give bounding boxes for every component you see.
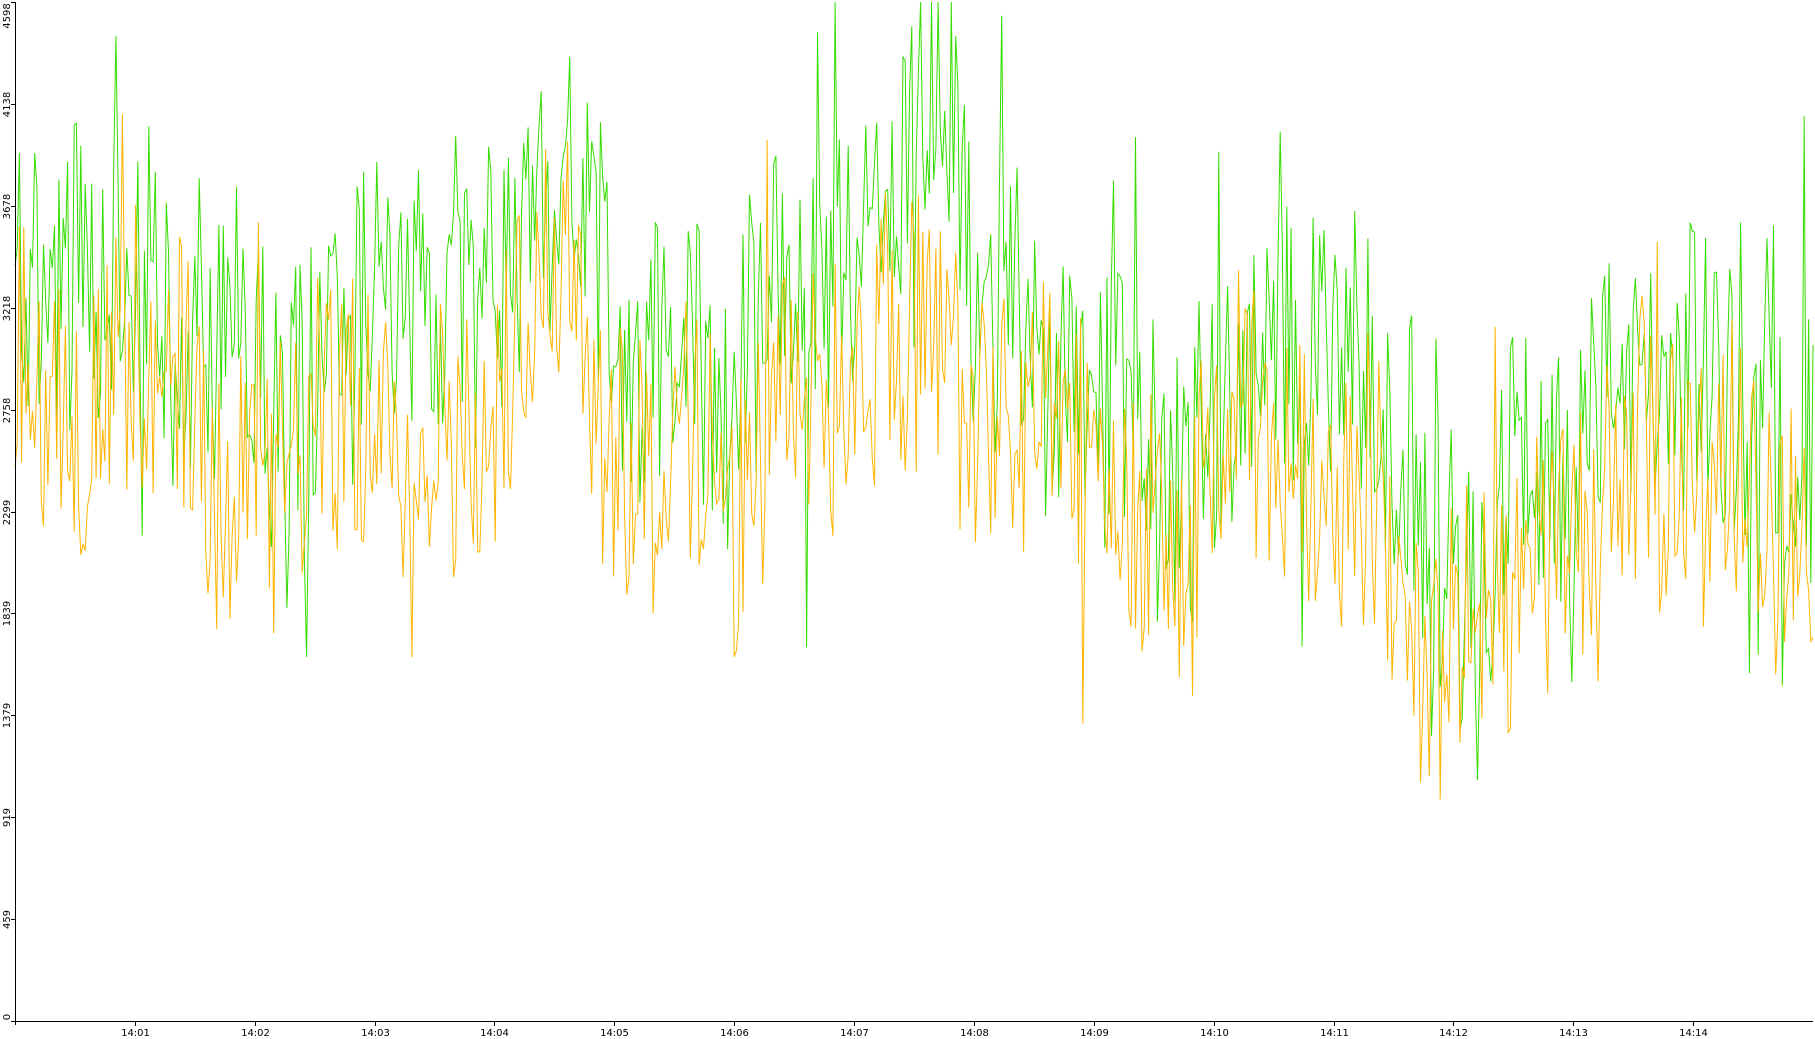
x-tick-label: 14:08: [960, 1028, 989, 1039]
y-tick-label: 4138: [2, 92, 13, 117]
series-layer: [14, 1, 1814, 800]
y-tick-label: 1839: [2, 601, 13, 626]
x-tick-label: 14:01: [121, 1028, 150, 1039]
x-tick-label: 14:14: [1679, 1028, 1708, 1039]
x-axis-ticks: 14:01 14:02 14:03 14:04 14:05 14:06 14:07 14:08…: [121, 1021, 1708, 1039]
y-tick-label: 0: [2, 1014, 13, 1020]
x-tick-label: 14:04: [480, 1028, 509, 1039]
y-tick-label: 1379: [2, 703, 13, 728]
y-tick-label: 2758: [2, 398, 13, 423]
y-tick-label: 919: [2, 808, 13, 827]
x-tick-label: 14:05: [600, 1028, 629, 1039]
series-line-2: [14, 114, 1814, 800]
y-tick-label: 2299: [2, 500, 13, 525]
x-tick-label: 14:09: [1080, 1028, 1109, 1039]
x-tick-label: 14:02: [241, 1028, 270, 1039]
y-axis-ticks: 0 459 919 1379 1839 2299 2758 3218 3678 4138 4598: [2, 2, 15, 1022]
y-tick-label: 4598: [2, 3, 13, 28]
x-tick-label: 14:13: [1559, 1028, 1588, 1039]
y-tick-label: 3218: [2, 296, 13, 321]
x-tick-label: 14:07: [840, 1028, 869, 1039]
x-tick-label: 14:11: [1320, 1028, 1349, 1039]
y-tick-label: 3678: [2, 194, 13, 219]
x-tick-label: 14:06: [720, 1028, 749, 1039]
y-tick-label: 459: [2, 910, 13, 929]
x-tick-label: 14:10: [1200, 1028, 1229, 1039]
x-tick-label: 14:12: [1439, 1028, 1468, 1039]
time-series-chart: 045991913791839229927583218367841384598 …: [2, 1, 1814, 1039]
series-line-1: [14, 1, 1814, 781]
x-tick-label: 14:03: [361, 1028, 390, 1039]
